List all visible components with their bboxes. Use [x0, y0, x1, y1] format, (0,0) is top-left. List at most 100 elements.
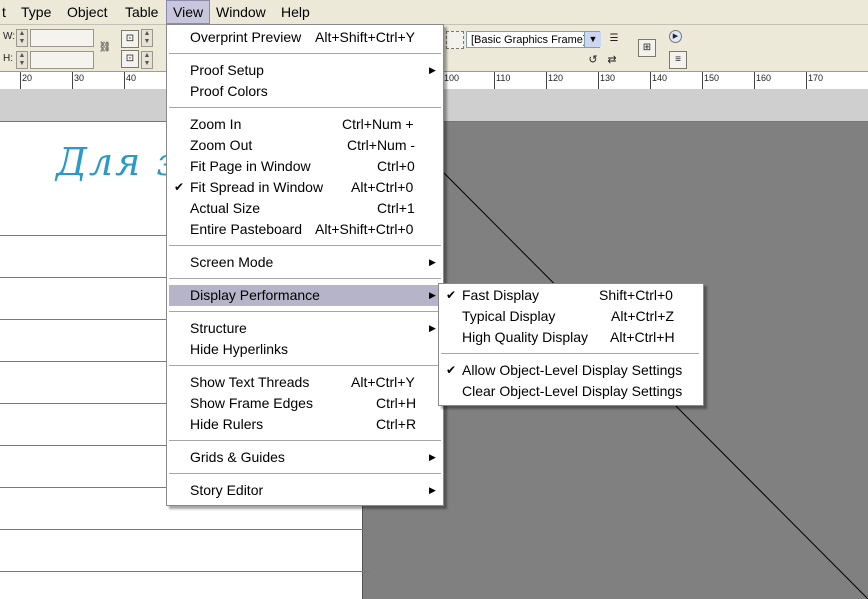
menu-item-shortcut: Alt+Shift+Ctrl+0: [315, 221, 414, 237]
menu-item-entire-pasteboard[interactable]: Entire Pasteboard Alt+Shift+Ctrl+0: [169, 219, 441, 240]
menu-item-fit-spread[interactable]: ✔ Fit Spread in Window Alt+Ctrl+0: [169, 177, 441, 198]
menu-item-actual-size[interactable]: Actual Size Ctrl+1: [169, 198, 441, 219]
ruler-tick: [20, 72, 21, 89]
menu-separator: [441, 353, 699, 354]
rotate-icon[interactable]: ↺: [585, 52, 601, 68]
menu-item-overprint-preview[interactable]: Overprint Preview Alt+Shift+Ctrl+Y: [169, 27, 441, 48]
height-label: H:: [3, 53, 13, 64]
menu-item-story-editor[interactable]: Story Editor ▶: [169, 480, 441, 501]
menu-item-clear-object-level[interactable]: Clear Object-Level Display Settings: [441, 381, 701, 402]
menu-item-label: Proof Setup: [190, 62, 264, 78]
ruler-tick: [806, 72, 807, 89]
menu-object[interactable]: Object: [61, 0, 113, 24]
page-icon[interactable]: ≡: [669, 51, 687, 69]
menu-item-shortcut: Ctrl+1: [377, 200, 415, 216]
width-spinner[interactable]: ▲ ▼: [16, 29, 28, 47]
menu-item-proof-setup[interactable]: Proof Setup ▶: [169, 60, 441, 81]
menu-item-shortcut: Ctrl+Num -: [347, 137, 416, 153]
chevron-down-icon[interactable]: ▼: [584, 32, 601, 47]
ruler-number: 40: [126, 73, 137, 83]
ruler-tick: [598, 72, 599, 89]
menu-item-fit-page[interactable]: Fit Page in Window Ctrl+0: [169, 156, 441, 177]
ruler-number: 100: [444, 73, 460, 83]
scale-x-spinner[interactable]: ▲ ▼: [141, 29, 153, 47]
menu-item-label: High Quality Display: [462, 329, 589, 345]
scale-x-icon[interactable]: ⊡: [121, 30, 139, 48]
menu-item-label: Hide Rulers: [190, 416, 264, 432]
checkmark-icon: ✔: [174, 180, 185, 194]
menu-item-shortcut: Alt+Ctrl+Y: [351, 374, 415, 390]
ruler-tick: [754, 72, 755, 89]
width-field[interactable]: [30, 29, 94, 47]
menu-item-fast-display[interactable]: ✔ Fast Display Shift+Ctrl+0: [441, 285, 701, 306]
menu-item-shortcut: Ctrl+0: [377, 158, 415, 174]
ruler-tick: [546, 72, 547, 89]
menu-item-shortcut: Alt+Ctrl+0: [351, 179, 414, 195]
menu-item-label: Fast Display: [462, 287, 540, 303]
ruler-tick: [702, 72, 703, 89]
menu-type[interactable]: Type: [15, 0, 57, 24]
clear-overrides-icon[interactable]: ☰: [606, 31, 622, 47]
ruler-tick: [650, 72, 651, 89]
frame-icon[interactable]: [446, 31, 464, 49]
view-menu: Overprint Preview Alt+Shift+Ctrl+Y Proof…: [166, 24, 444, 506]
menu-item-show-text-threads[interactable]: Show Text Threads Alt+Ctrl+Y: [169, 372, 441, 393]
menu-partial-item[interactable]: t: [0, 0, 12, 24]
menu-separator: [169, 245, 441, 246]
menu-item-hide-hyperlinks[interactable]: Hide Hyperlinks: [169, 339, 441, 360]
ruler-number: 130: [600, 73, 616, 83]
scale-y-icon[interactable]: ⊡: [121, 50, 139, 68]
menu-separator: [169, 440, 441, 441]
ruler-number: 120: [548, 73, 564, 83]
menu-window[interactable]: Window: [210, 0, 272, 24]
menu-item-zoom-in[interactable]: Zoom In Ctrl+Num +: [169, 114, 441, 135]
ruler-number: 20: [22, 73, 33, 83]
flip-icon[interactable]: ⇄: [604, 52, 620, 68]
object-style-select[interactable]: [Basic Graphics Frame]: [466, 31, 600, 48]
menu-item-high-quality-display[interactable]: High Quality Display Alt+Ctrl+H: [441, 327, 701, 348]
menu-separator: [169, 473, 441, 474]
menu-help[interactable]: Help: [275, 0, 316, 24]
menu-item-hide-rulers[interactable]: Hide Rulers Ctrl+R: [169, 414, 441, 435]
submenu-arrow-icon: ▶: [429, 485, 436, 495]
scale-y-spinner[interactable]: ▲ ▼: [141, 51, 153, 69]
menu-item-shortcut: Alt+Ctrl+H: [610, 329, 675, 345]
menu-item-shortcut: Ctrl+Num +: [342, 116, 414, 132]
menu-item-label: Overprint Preview: [190, 29, 302, 45]
menu-table[interactable]: Table: [119, 0, 164, 24]
menu-item-label: Proof Colors: [190, 83, 268, 99]
height-field[interactable]: [30, 51, 94, 69]
menu-separator: [169, 365, 441, 366]
menu-separator: [169, 53, 441, 54]
menu-item-display-performance[interactable]: Display Performance ▶: [169, 285, 441, 306]
menu-item-screen-mode[interactable]: Screen Mode ▶: [169, 252, 441, 273]
menu-bar: t Type Object Table View Window Help: [0, 0, 868, 25]
menu-item-allow-object-level[interactable]: ✔ Allow Object-Level Display Settings: [441, 360, 701, 381]
menu-item-proof-colors[interactable]: Proof Colors: [169, 81, 441, 102]
menu-separator: [169, 278, 441, 279]
menu-item-grids-guides[interactable]: Grids & Guides ▶: [169, 447, 441, 468]
ruler-number: 30: [74, 73, 85, 83]
menu-item-shortcut: Ctrl+R: [376, 416, 417, 432]
menu-item-shortcut: Ctrl+H: [376, 395, 417, 411]
menu-item-zoom-out[interactable]: Zoom Out Ctrl+Num -: [169, 135, 441, 156]
menu-item-show-frame-edges[interactable]: Show Frame Edges Ctrl+H: [169, 393, 441, 414]
menu-item-label: Grids & Guides: [190, 449, 285, 465]
submenu-arrow-icon: ▶: [429, 65, 436, 75]
menu-item-shortcut: Shift+Ctrl+0: [599, 287, 673, 303]
play-icon[interactable]: ▶: [669, 30, 682, 43]
menu-item-label: Zoom In: [190, 116, 242, 132]
height-spinner[interactable]: ▲ ▼: [16, 51, 28, 69]
menu-item-typical-display[interactable]: Typical Display Alt+Ctrl+Z: [441, 306, 701, 327]
menu-item-structure[interactable]: Structure ▶: [169, 318, 441, 339]
ruler-number: 110: [496, 73, 511, 83]
menu-view[interactable]: View: [166, 0, 211, 24]
submenu-arrow-icon: ▶: [429, 257, 436, 267]
menu-item-label: Hide Hyperlinks: [190, 341, 289, 357]
ruler-number: 140: [652, 73, 668, 83]
constrain-proportions-icon[interactable]: ⛓: [97, 40, 113, 56]
menu-item-label: Entire Pasteboard: [190, 221, 303, 237]
fitting-icon[interactable]: ⊞: [638, 39, 656, 57]
submenu-arrow-icon: ▶: [429, 290, 436, 300]
menu-item-label: Structure: [190, 320, 247, 336]
